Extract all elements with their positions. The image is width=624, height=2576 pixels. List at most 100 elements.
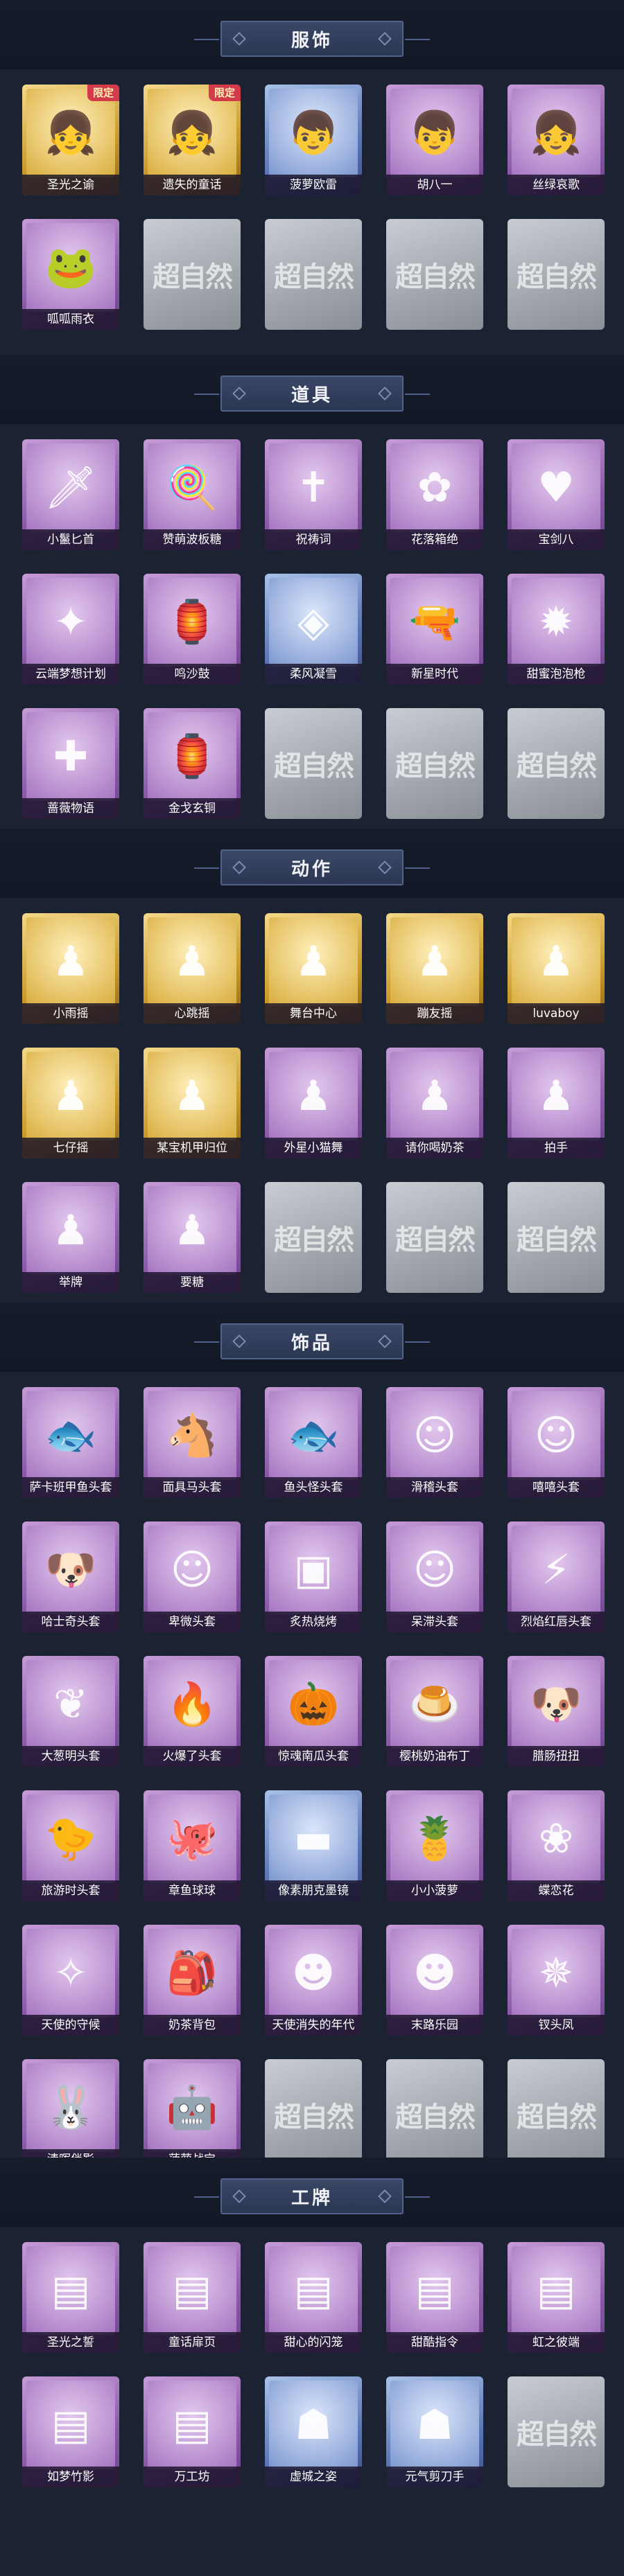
item-card[interactable]: 🐰清晖伴影 (22, 2059, 119, 2170)
item-label: 蔷薇物语 (22, 798, 119, 819)
item-card[interactable]: 🤖菠萝战宝 (144, 2059, 241, 2170)
item-label: 奶茶背包 (144, 2015, 241, 2036)
item-card[interactable]: 🎒 奶茶背包 (144, 1925, 241, 2036)
item-card[interactable]: 👧 限定 圣光之谕 (22, 85, 119, 195)
section-header: 服饰 (194, 21, 430, 57)
item-thumbnail: 🔫 (390, 578, 479, 667)
item-card[interactable]: ⚡ 烈焰红唇头套 (508, 1521, 605, 1632)
item-card[interactable]: 🐙 章鱼球球 (144, 1790, 241, 1901)
item-card[interactable]: 👦 胡八一 (386, 85, 483, 195)
item-card[interactable]: ▤ 圣光之誓 (22, 2242, 119, 2353)
item-card[interactable]: ♟ luvaboy (508, 913, 605, 1024)
item-card[interactable]: 👦 菠萝欧雷 (265, 85, 362, 195)
item-card[interactable]: ♟ 小雨摇 (22, 913, 119, 1024)
item-card[interactable]: 🏮 鸣沙鼓 (144, 574, 241, 685)
item-thumbnail: 🎒 (148, 1929, 236, 2018)
item-card[interactable]: 🐴 面具马头套 (144, 1387, 241, 1498)
ornament-icon (378, 1334, 392, 1348)
item-card[interactable]: 🐟 鱼头怪头套 (265, 1387, 362, 1498)
badge-card-icon: ▤ (51, 2401, 91, 2449)
item-label: 烈焰红唇头套 (508, 1612, 605, 1632)
item-card[interactable]: ♟ 七仔摇 (22, 1048, 119, 1158)
item-card[interactable]: ♟ 请你喝奶茶 (386, 1048, 483, 1158)
item-card[interactable]: ▤ 万工坊 (144, 2376, 241, 2487)
item-card[interactable]: 👧 限定 遗失的童话 (144, 85, 241, 195)
item-card[interactable]: ♟ 舞台中心 (265, 913, 362, 1024)
item-label: 大葱明头套 (22, 1746, 119, 1767)
item-card[interactable]: 🔥 火爆了头套 (144, 1656, 241, 1767)
item-card[interactable]: ☗ 虚城之姿 (265, 2376, 362, 2487)
item-card[interactable]: 🐸 呱呱雨衣 (22, 219, 119, 330)
backpack-icon: 🎒 (166, 1949, 218, 1997)
item-thumbnail: ♟ (148, 1186, 236, 1275)
item-card[interactable]: ✵ 钗头凤 (508, 1925, 605, 2036)
item-label: 甜心的闪笼 (265, 2332, 362, 2353)
item-label: 祝祷词 (265, 529, 362, 550)
item-card[interactable]: 🎃 惊魂南瓜头套 (265, 1656, 362, 1767)
item-card[interactable]: ▤ 虹之彼端 (508, 2242, 605, 2353)
item-thumbnail: 🤖 (148, 2063, 236, 2152)
robot-icon: 🤖 (166, 2083, 218, 2132)
toast-icon: ▣ (293, 1546, 333, 1594)
item-card[interactable]: ▤ 童话扉页 (144, 2242, 241, 2353)
boy-portrait-icon: 👦 (408, 109, 461, 157)
item-card[interactable]: ☻ 末路乐园 (386, 1925, 483, 2036)
item-label: 天使的守候 (22, 2015, 119, 2036)
item-card[interactable]: ✦ 云端梦想计划 (22, 574, 119, 685)
item-thumbnail: ♟ (269, 917, 358, 1006)
section-1: 道具 🗡 小鬣匕首 🍭 赞萌波板糖 ✝ 祝祷词 ✿ 花落箱绝 ♥ 宝剑八 ✦ 云端梦想计划 🏮 鸣沙鼓 ◈ 柔风… (0, 355, 624, 829)
item-card[interactable]: ☺ 嘻嘻头套 (508, 1387, 605, 1498)
item-thumbnail: 👧 (512, 89, 600, 177)
item-thumbnail: ☺ (148, 1526, 236, 1614)
item-label: 虚城之姿 (265, 2467, 362, 2487)
item-card[interactable]: 🏮 金戈玄铜 (144, 708, 241, 819)
placeholder-watermark: 超自然 (274, 1224, 354, 1256)
item-card[interactable]: 👧 丝绿哀歌 (508, 85, 605, 195)
item-card[interactable]: ✧ 天使的守候 (22, 1925, 119, 2036)
item-card[interactable]: ▬ 像素朋克墨镜 (265, 1790, 362, 1901)
item-card[interactable]: 🗡 小鬣匕首 (22, 439, 119, 550)
item-label: 小雨摇 (22, 1003, 119, 1024)
item-card[interactable]: 🐤 旅游时头套 (22, 1790, 119, 1901)
ornament-icon (232, 32, 246, 46)
item-card[interactable]: ❀ 蝶恋花 (508, 1790, 605, 1901)
item-card[interactable]: ☗ 元气剪刀手 (386, 2376, 483, 2487)
item-card[interactable]: ☺ 卑微头套 (144, 1521, 241, 1632)
dagger-icon: 🗡 (44, 464, 98, 512)
item-card[interactable]: ▤ 甜心的闪笼 (265, 2242, 362, 2353)
item-label: 旅游时头套 (22, 1880, 119, 1901)
item-card[interactable]: ♟ 拍手 (508, 1048, 605, 1158)
item-thumbnail: ▤ (390, 2246, 479, 2335)
item-card[interactable]: 🐟 萨卡班甲鱼头套 (22, 1387, 119, 1498)
item-thumbnail: ☻ (269, 1929, 358, 2018)
item-card[interactable]: ♟ 要糖 (144, 1182, 241, 1293)
item-label: 心跳摇 (144, 1003, 241, 1024)
item-card[interactable]: ✹ 甜蜜泡泡枪 (508, 574, 605, 685)
item-card[interactable]: ♟ 外星小猫舞 (265, 1048, 362, 1158)
item-card[interactable]: ♟ 心跳摇 (144, 913, 241, 1024)
item-card[interactable]: ♟ 蹦友摇 (386, 913, 483, 1024)
item-card[interactable]: ▤ 甜酷指令 (386, 2242, 483, 2353)
item-card[interactable]: 🐶 哈士奇头套 (22, 1521, 119, 1632)
item-card[interactable]: ♟ 举牌 (22, 1182, 119, 1293)
item-card[interactable]: ☺ 呆滞头套 (386, 1521, 483, 1632)
item-card[interactable]: 🔫 新星时代 (386, 574, 483, 685)
item-card[interactable]: ♟ 某宝机甲归位 (144, 1048, 241, 1158)
item-card[interactable]: ▤ 如梦竹影 (22, 2376, 119, 2487)
item-card[interactable]: ☺ 滑稽头套 (386, 1387, 483, 1498)
item-card[interactable]: ☻ 天使消失的年代 (265, 1925, 362, 2036)
item-grid: 👧 限定 圣光之谕 👧 限定 遗失的童话 👦 菠萝欧雷 👦 胡八一 👧 丝绿哀歌 🐸 呱呱雨衣 超自然 超自然… (19, 76, 605, 345)
item-card[interactable]: 🍭 赞萌波板糖 (144, 439, 241, 550)
item-card[interactable]: ♥ 宝剑八 (508, 439, 605, 550)
item-grid: 🐟 萨卡班甲鱼头套 🐴 面具马头套 🐟 鱼头怪头套 ☺ 滑稽头套 ☺ 嘻嘻头套 🐶 哈士奇头套 ☺ 卑微头… (19, 1379, 605, 2185)
item-card[interactable]: ✝ 祝祷词 (265, 439, 362, 550)
item-card[interactable]: ▣ 炙热烧烤 (265, 1521, 362, 1632)
item-card[interactable]: 🍍 小小菠萝 (386, 1790, 483, 1901)
item-card[interactable]: ✿ 花落箱绝 (386, 439, 483, 550)
item-card[interactable]: 🐶 腊肠扭扭 (508, 1656, 605, 1767)
item-card[interactable]: ❦ 大葱明头套 (22, 1656, 119, 1767)
item-thumbnail: 🍮 (390, 1660, 479, 1749)
item-card[interactable]: ✚ 蔷薇物语 (22, 708, 119, 819)
item-card[interactable]: ◈ 柔风凝雪 (265, 574, 362, 685)
item-card[interactable]: 🍮 樱桃奶油布丁 (386, 1656, 483, 1767)
